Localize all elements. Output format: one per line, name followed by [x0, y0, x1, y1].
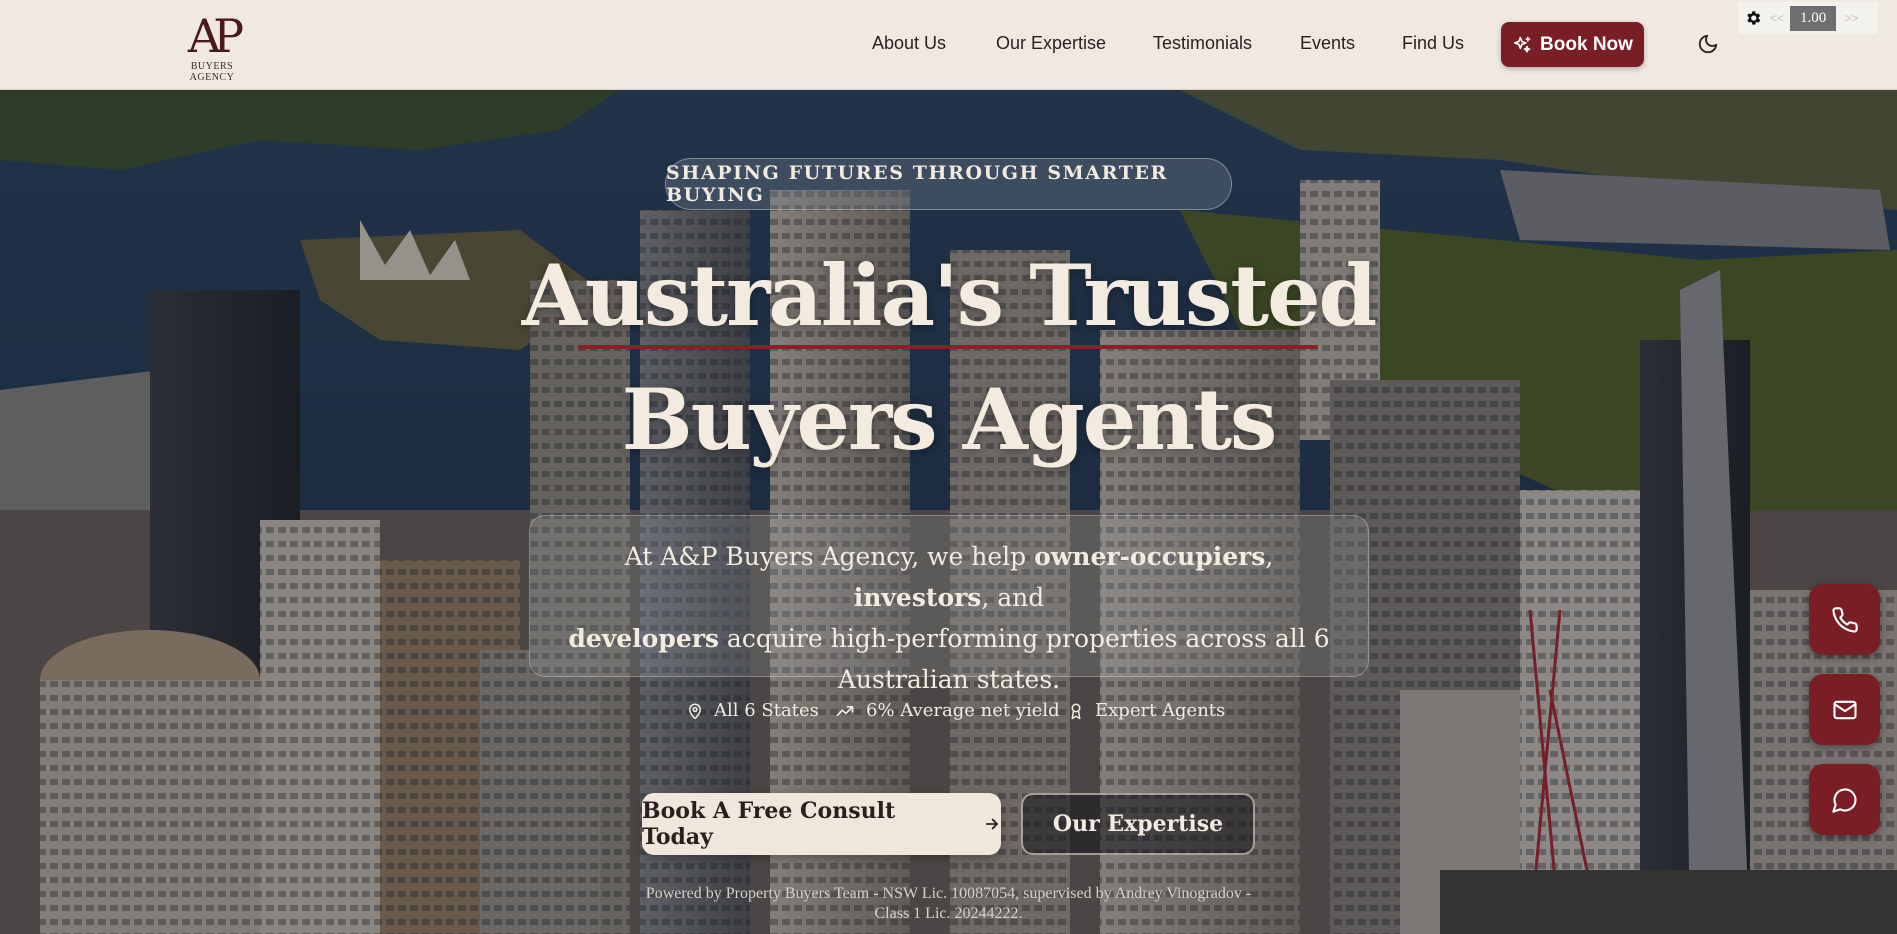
arrow-right-icon	[986, 818, 999, 830]
speed-increase-button[interactable]: >>	[1844, 11, 1858, 25]
nav-link-find-us[interactable]: Find Us	[1402, 33, 1464, 54]
book-now-label: Book Now	[1540, 33, 1633, 55]
hero-features: All 6 States 6% Average net yield Expert…	[0, 700, 1897, 730]
nav-link-our-expertise[interactable]: Our Expertise	[996, 33, 1106, 54]
feature-expert-agents: Expert Agents	[1067, 700, 1225, 721]
logo-text: BUYERS AGENCY	[189, 61, 235, 83]
feature-average-yield: 6% Average net yield	[834, 700, 1060, 721]
feature-label: Expert Agents	[1095, 700, 1226, 721]
gear-icon[interactable]	[1744, 9, 1762, 27]
feature-label: 6% Average net yield	[866, 700, 1060, 721]
award-icon	[1071, 703, 1081, 719]
speed-decrease-button[interactable]: <<	[1770, 11, 1784, 25]
site-header: AP BUYERS AGENCY About Us Our Expertise …	[0, 0, 1897, 90]
speed-value[interactable]: 1.00	[1790, 5, 1837, 31]
nav-link-testimonials[interactable]: Testimonials	[1153, 33, 1252, 54]
logo-mark: AP	[187, 9, 244, 63]
description-owner-occupiers: owner-occupiers	[1034, 542, 1266, 571]
playback-speed-widget: << 1.00 >>	[1738, 2, 1878, 34]
sparkles-icon	[1514, 36, 1531, 53]
hero-tagline: SHAPING FUTURES THROUGH SMARTER BUYING	[665, 158, 1232, 210]
hero-description: At A&P Buyers Agency, we help owner-occu…	[529, 515, 1369, 694]
description-developers: developers	[568, 624, 719, 653]
map-pin-icon	[689, 703, 701, 719]
book-free-consult-button[interactable]: Book A Free Consult Today	[642, 793, 1001, 855]
license-notice: Powered by Property Buyers Team - NSW Li…	[645, 885, 1252, 922]
description-text: At A&P Buyers Agency, we help	[624, 542, 1035, 571]
nav-link-events[interactable]: Events	[1300, 33, 1355, 54]
mail-icon	[1832, 700, 1857, 719]
call-button[interactable]	[1809, 584, 1880, 655]
hero-title-line-1: Australia's Trusted	[521, 246, 1378, 345]
hero-title-line-2: Buyers Agents	[621, 370, 1278, 469]
description-separator: , and	[981, 583, 1045, 612]
our-expertise-label: Our Expertise	[1052, 811, 1224, 837]
book-now-button[interactable]: Book Now	[1501, 22, 1644, 67]
trending-up-icon	[836, 705, 854, 716]
email-button[interactable]	[1809, 674, 1880, 745]
chat-button[interactable]	[1809, 764, 1880, 835]
chat-bubble-icon	[1831, 787, 1857, 813]
feature-all-states: All 6 States	[686, 700, 819, 721]
our-expertise-button[interactable]: Our Expertise	[1021, 793, 1255, 855]
feature-label: All 6 States	[714, 700, 819, 721]
title-underline	[578, 345, 1318, 349]
hero-section: SHAPING FUTURES THROUGH SMARTER BUYING A…	[0, 90, 1897, 934]
nav-link-about-us[interactable]: About Us	[872, 33, 946, 54]
description-investors: investors	[853, 583, 982, 612]
description-separator: ,	[1265, 542, 1274, 571]
phone-icon	[1831, 606, 1858, 633]
brand-logo[interactable]: AP BUYERS AGENCY	[168, 9, 256, 83]
theme-toggle-moon-icon[interactable]	[1697, 33, 1719, 55]
book-free-consult-label: Book A Free Consult Today	[642, 798, 896, 850]
